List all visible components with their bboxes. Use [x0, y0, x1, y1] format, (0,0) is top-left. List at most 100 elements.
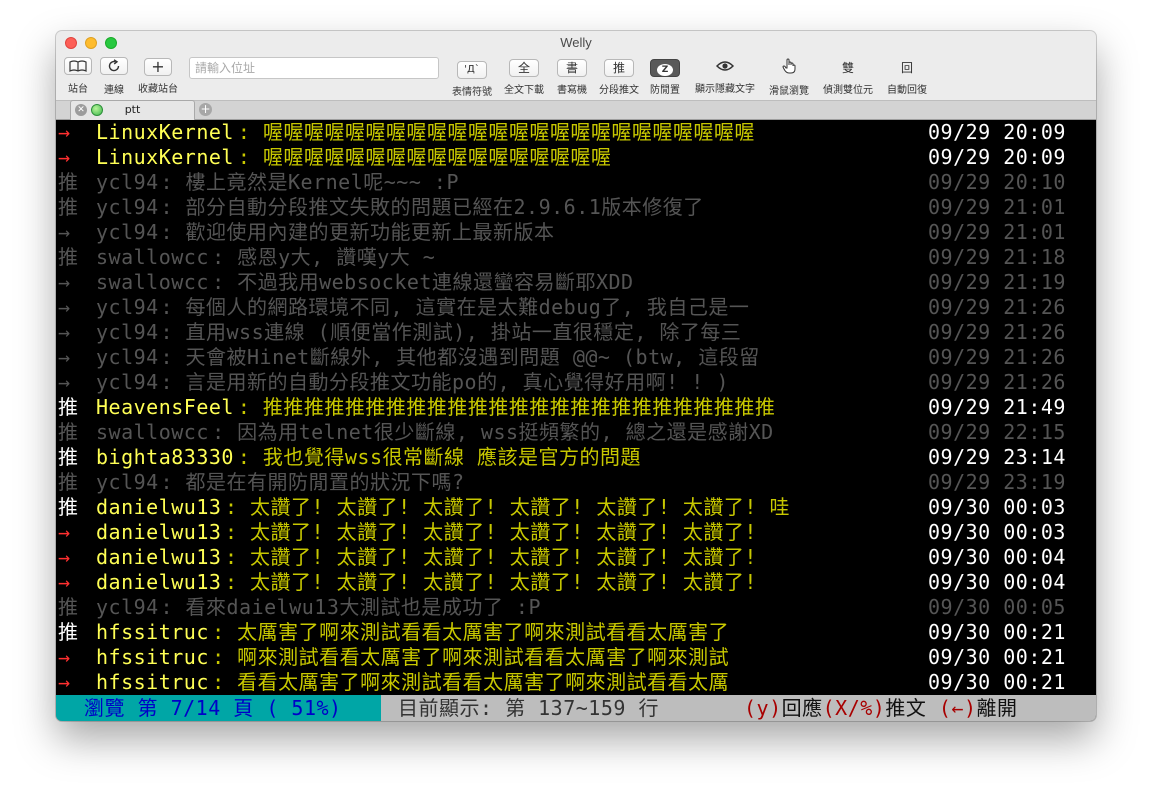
detect-double-button[interactable]: 雙 — [833, 59, 863, 77]
composer-toolbar-item[interactable]: 書 書寫機 — [552, 57, 592, 96]
comment-text: 樓上竟然是Kernel呢~~~ :P — [185, 170, 459, 194]
comment-user: LinuxKernel — [96, 120, 234, 144]
comment-time: 09/30 00:21 — [928, 620, 1066, 644]
comment-time: 09/29 20:10 — [928, 170, 1066, 194]
comment-time: 09/29 20:09 — [928, 120, 1066, 144]
comment-row: 推 ycl94: 樓上竟然是Kernel呢~~~ :P 09/29 20:10 — [56, 170, 1096, 195]
arrow-tag: → — [58, 520, 71, 544]
comment-separator: : — [160, 345, 174, 369]
comment-separator: : — [212, 270, 225, 294]
status-bar: 瀏覽 第 7/14 頁 ( 51%) 目前顯示: 第 137~159 行 (y)… — [56, 695, 1096, 721]
comment-separator: : — [225, 545, 238, 569]
title-bar: Welly — [56, 31, 1096, 55]
split-push-button[interactable]: 推 — [604, 59, 634, 77]
comment-row: 推 ycl94: 看來daielwu13大測試也是成功了 :P 09/30 00:05 — [56, 595, 1096, 620]
comment-row: 推 danielwu13: 太讚了! 太讚了! 太讚了! 太讚了! 太讚了! 太讚了… — [56, 495, 1096, 520]
comment-text: 每個人的網路環境不同, 這實在是太難debug了, 我自己是一 — [185, 295, 750, 319]
arrow-tag: → — [58, 120, 71, 144]
comment-row: 推 ycl94: 都是在有開防閒置的狀況下嗎? 09/29 23:19 — [56, 470, 1096, 495]
comment-text: 言是用新的自動分段推文功能po的, 真心覺得好用啊! ! ) — [185, 370, 729, 394]
comment-separator: : — [160, 295, 174, 319]
tab-bar: ✕ ptt + — [56, 100, 1096, 120]
reply-label: 回應 — [781, 696, 823, 720]
comment-user: hfssitruc — [96, 645, 209, 669]
favorites-toolbar-item[interactable]: + 收藏站台 — [136, 57, 180, 95]
comment-separator: : — [237, 145, 251, 169]
tab-ptt[interactable]: ✕ ptt — [70, 100, 195, 120]
comment-row: 推 hfssitruc: 太厲害了啊來測試看看太厲害了啊來測試看看太厲害了 09/30… — [56, 620, 1096, 645]
comment-time: 09/30 00:04 — [928, 545, 1066, 569]
display-range: 目前顯示: 第 137~159 行 — [398, 696, 659, 720]
comment-user: HeavensFeel — [96, 395, 234, 419]
comment-user: ycl94 — [96, 295, 159, 319]
comment-row: 推 ycl94: 部分自動分段推文失敗的問題已經在2.9.6.1版本修復了 09/29… — [56, 195, 1096, 220]
comment-text: 天會被Hinet斷線外, 其他都沒遇到問題 @@~ (btw, 這段留 — [185, 345, 760, 369]
comment-row: → swallowcc: 不過我用websocket連線還蠻容易斷耶XDD 09/29… — [56, 270, 1096, 295]
comment-separator: : — [237, 120, 251, 144]
download-all-toolbar-item[interactable]: 全 全文下載 — [500, 57, 548, 96]
auto-reply-toolbar-item[interactable]: 回 自動回復 — [882, 57, 932, 96]
terminal-screen[interactable]: → LinuxKernel: 喔喔喔喔喔喔喔喔喔喔喔喔喔喔喔喔喔喔喔喔喔喔喔喔 09/… — [56, 120, 1096, 721]
sites-toolbar-item[interactable]: 站台 — [64, 57, 92, 95]
refresh-icon[interactable] — [100, 57, 128, 75]
leave-key[interactable]: (←) — [939, 696, 977, 720]
comment-text: 喔喔喔喔喔喔喔喔喔喔喔喔喔喔喔喔喔 — [262, 145, 612, 169]
leave-label: 離開 — [976, 696, 1018, 720]
reply-key[interactable]: (y) — [744, 696, 782, 720]
add-tab-icon[interactable]: + — [199, 103, 212, 116]
comment-user: hfssitruc — [96, 620, 209, 644]
comment-time: 09/29 23:19 — [928, 470, 1066, 494]
comment-user: swallowcc — [96, 270, 209, 294]
comment-time: 09/29 20:09 — [928, 145, 1066, 169]
download-all-button[interactable]: 全 — [509, 59, 539, 77]
comment-time: 09/29 21:01 — [928, 220, 1066, 244]
push-tag: 推 — [58, 195, 79, 219]
tab-label: ptt — [124, 103, 141, 116]
show-hidden-label: 顯示隱藏文字 — [695, 84, 755, 95]
comment-separator: : — [160, 595, 174, 619]
toolbar: 站台 連線 + 收藏站台 位址 'Д` 表情符號 全 全文下載 書 — [56, 55, 1096, 121]
comment-text: 推推推推推推推推推推推推推推推推推推推推推推推推推 — [262, 395, 776, 419]
composer-button[interactable]: 書 — [557, 59, 587, 77]
mouse-browse-toolbar-item[interactable]: 滑鼠瀏覽 — [764, 57, 814, 97]
arrow-tag: → — [58, 295, 71, 319]
comment-row: → danielwu13: 太讚了! 太讚了! 太讚了! 太讚了! 太讚了! 太讚了… — [56, 545, 1096, 570]
comment-time: 09/29 21:26 — [928, 345, 1066, 369]
eye-icon[interactable] — [710, 57, 740, 75]
detect-double-label: 偵測雙位元 — [823, 85, 873, 96]
comment-text: 歡迎使用內建的更新功能更新上最新版本 — [185, 220, 555, 244]
comment-separator: : — [212, 620, 225, 644]
detect-double-toolbar-item[interactable]: 雙 偵測雙位元 — [818, 57, 878, 96]
push-key[interactable]: (X/%) — [823, 696, 886, 720]
arrow-tag: → — [58, 145, 71, 169]
comment-row: → ycl94: 歡迎使用內建的更新功能更新上最新版本 09/29 21:01 — [56, 220, 1096, 245]
arrow-tag: → — [58, 270, 71, 294]
plus-icon[interactable]: + — [144, 58, 172, 76]
push-tag: 推 — [58, 620, 79, 644]
hand-cursor-icon[interactable] — [774, 57, 804, 75]
connect-toolbar-item[interactable]: 連線 — [100, 57, 128, 96]
comment-time: 09/30 00:03 — [928, 495, 1066, 519]
arrow-tag: → — [58, 670, 71, 694]
comment-user: danielwu13 — [96, 545, 222, 569]
address-input[interactable] — [189, 57, 439, 79]
book-icon[interactable] — [64, 57, 92, 75]
comment-separator: : — [237, 395, 251, 419]
comment-separator: : — [160, 370, 174, 394]
emoticon-button[interactable]: 'Д` — [457, 61, 487, 79]
anti-idle-toolbar-item[interactable]: Z 防閒置 — [646, 57, 684, 96]
comment-time: 09/29 21:26 — [928, 370, 1066, 394]
comment-time: 09/29 21:18 — [928, 245, 1066, 269]
show-hidden-toolbar-item[interactable]: 顯示隱藏文字 — [690, 57, 760, 95]
split-push-toolbar-item[interactable]: 推 分段推文 — [596, 57, 642, 96]
push-tag: 推 — [58, 495, 79, 519]
comment-separator: : — [160, 470, 174, 494]
anti-idle-label: 防閒置 — [650, 85, 680, 96]
emoticons-toolbar-item[interactable]: 'Д` 表情符號 — [448, 57, 496, 98]
comment-user: bighta83330 — [96, 445, 234, 469]
zzz-bubble-icon[interactable]: Z — [650, 59, 680, 77]
comment-text: 看來daielwu13大測試也是成功了 :P — [185, 595, 541, 619]
auto-reply-button[interactable]: 回 — [892, 59, 922, 77]
auto-reply-label: 自動回復 — [887, 85, 927, 96]
comment-text: 啊來測試看看太厲害了啊來測試看看太厲害了啊來測試 — [237, 645, 730, 669]
